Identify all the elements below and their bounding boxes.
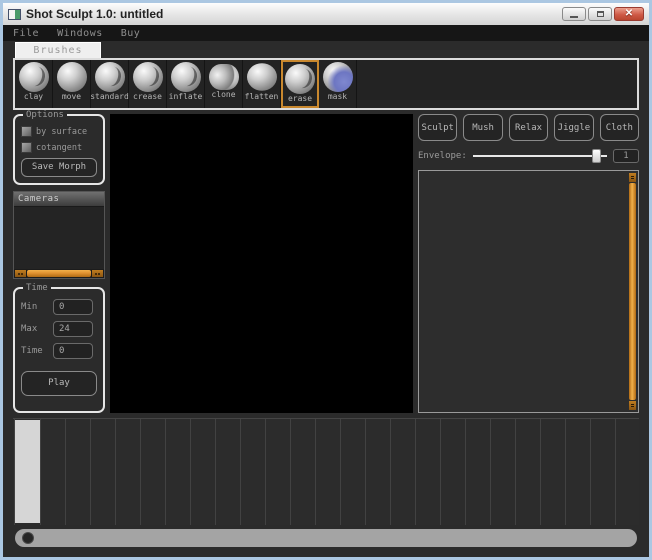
brush-crease[interactable]: crease: [129, 60, 167, 108]
checkbox-cotangent[interactable]: cotangent: [21, 142, 97, 153]
inflate-brush-icon: [171, 62, 201, 92]
jiggle-button[interactable]: Jiggle: [554, 114, 593, 141]
envelope-slider[interactable]: [473, 149, 607, 163]
menu-file[interactable]: File: [13, 28, 39, 39]
brush-move[interactable]: move: [53, 60, 91, 108]
main-area: Options by surface cotangent Save Morph …: [13, 114, 639, 413]
clay-brush-icon: [19, 62, 49, 92]
time-label: Time: [21, 346, 49, 356]
max-input[interactable]: [53, 321, 93, 337]
cameras-scrollbar[interactable]: [14, 269, 104, 278]
timeline-scrollbar[interactable]: [15, 529, 637, 547]
cloth-button[interactable]: Cloth: [600, 114, 639, 141]
erase-brush-icon: [285, 64, 315, 94]
brush-clay[interactable]: clay: [15, 60, 53, 108]
flatten-brush-icon: [247, 63, 277, 91]
envelope-value[interactable]: 1: [613, 149, 639, 163]
max-label: Max: [21, 324, 49, 334]
max-field-row: Max: [21, 321, 97, 337]
app-icon: [8, 9, 21, 20]
left-panel: Options by surface cotangent Save Morph …: [13, 114, 105, 413]
maximize-button[interactable]: [588, 7, 612, 21]
play-button[interactable]: Play: [21, 371, 97, 396]
envelope-slider-handle[interactable]: [592, 149, 601, 163]
cameras-scrollbar-thumb[interactable]: [27, 270, 91, 277]
crease-brush-icon: [133, 62, 163, 92]
close-button[interactable]: ✕: [614, 7, 644, 21]
min-input[interactable]: [53, 299, 93, 315]
mask-brush-icon: [323, 62, 353, 92]
app-window: Shot Sculpt 1.0: untitled ✕ File Windows…: [0, 0, 652, 560]
options-group: Options by surface cotangent Save Morph: [13, 114, 105, 185]
list-scrollbar-thumb[interactable]: [629, 183, 636, 400]
brushes-toolbar: clay move standard crease inflate clone …: [13, 58, 639, 110]
time-group: Time Min Max Time Play: [13, 287, 105, 413]
brush-standard[interactable]: standard: [91, 60, 129, 108]
list-scrollbar[interactable]: [629, 173, 636, 410]
clone-brush-icon: [209, 64, 239, 90]
envelope-slider-track: [473, 155, 607, 157]
scroll-up-arrow-icon[interactable]: [629, 173, 636, 182]
minimize-button[interactable]: [562, 7, 586, 21]
timeline-playhead[interactable]: [15, 420, 40, 523]
tab-row: Brushes: [3, 41, 649, 58]
timeline-scrollbar-knob[interactable]: [22, 532, 34, 544]
menu-windows[interactable]: Windows: [57, 28, 103, 39]
standard-brush-icon: [95, 62, 125, 92]
min-field-row: Min: [21, 299, 97, 315]
envelope-row: Envelope: 1: [418, 148, 639, 164]
toolbar-filler: [357, 60, 637, 108]
time-group-title: Time: [23, 283, 51, 293]
brush-flatten[interactable]: flatten: [243, 60, 281, 108]
min-label: Min: [21, 302, 49, 312]
tool-buttons-row: Sculpt Mush Relax Jiggle Cloth: [418, 114, 639, 141]
morphs-list-panel[interactable]: [418, 170, 639, 413]
close-icon: ✕: [625, 9, 633, 19]
cotangent-checkbox[interactable]: [21, 142, 32, 153]
brush-clone[interactable]: clone: [205, 60, 243, 108]
brush-inflate[interactable]: inflate: [167, 60, 205, 108]
title-bar[interactable]: Shot Sculpt 1.0: untitled ✕: [3, 3, 649, 25]
time-input[interactable]: [53, 343, 93, 359]
move-brush-icon: [57, 62, 87, 92]
options-group-title: Options: [23, 110, 67, 120]
scroll-right-arrow-icon[interactable]: [92, 270, 103, 277]
right-panel: Sculpt Mush Relax Jiggle Cloth Envelope:…: [418, 114, 639, 413]
mush-button[interactable]: Mush: [463, 114, 502, 141]
by-surface-checkbox[interactable]: [21, 126, 32, 137]
brush-mask[interactable]: mask: [319, 60, 357, 108]
minimize-icon: [570, 16, 578, 18]
scroll-down-arrow-icon[interactable]: [629, 401, 636, 410]
viewport-3d[interactable]: [110, 114, 413, 413]
cameras-panel: Cameras: [13, 191, 105, 279]
timeline[interactable]: [13, 418, 639, 525]
checkbox-by-surface[interactable]: by surface: [21, 126, 97, 137]
envelope-label: Envelope:: [418, 151, 467, 161]
window-title: Shot Sculpt 1.0: untitled: [26, 7, 560, 21]
sculpt-button[interactable]: Sculpt: [418, 114, 457, 141]
cameras-header: Cameras: [14, 192, 104, 207]
save-morph-button[interactable]: Save Morph: [21, 158, 97, 177]
tab-brushes[interactable]: Brushes: [15, 42, 101, 58]
scroll-left-arrow-icon[interactable]: [15, 270, 26, 277]
brush-erase[interactable]: erase: [281, 60, 319, 108]
maximize-icon: [597, 11, 604, 17]
menu-buy[interactable]: Buy: [121, 28, 141, 39]
cameras-list[interactable]: [14, 207, 104, 269]
time-field-row: Time: [21, 343, 97, 359]
menu-bar: File Windows Buy: [3, 25, 649, 41]
relax-button[interactable]: Relax: [509, 114, 548, 141]
